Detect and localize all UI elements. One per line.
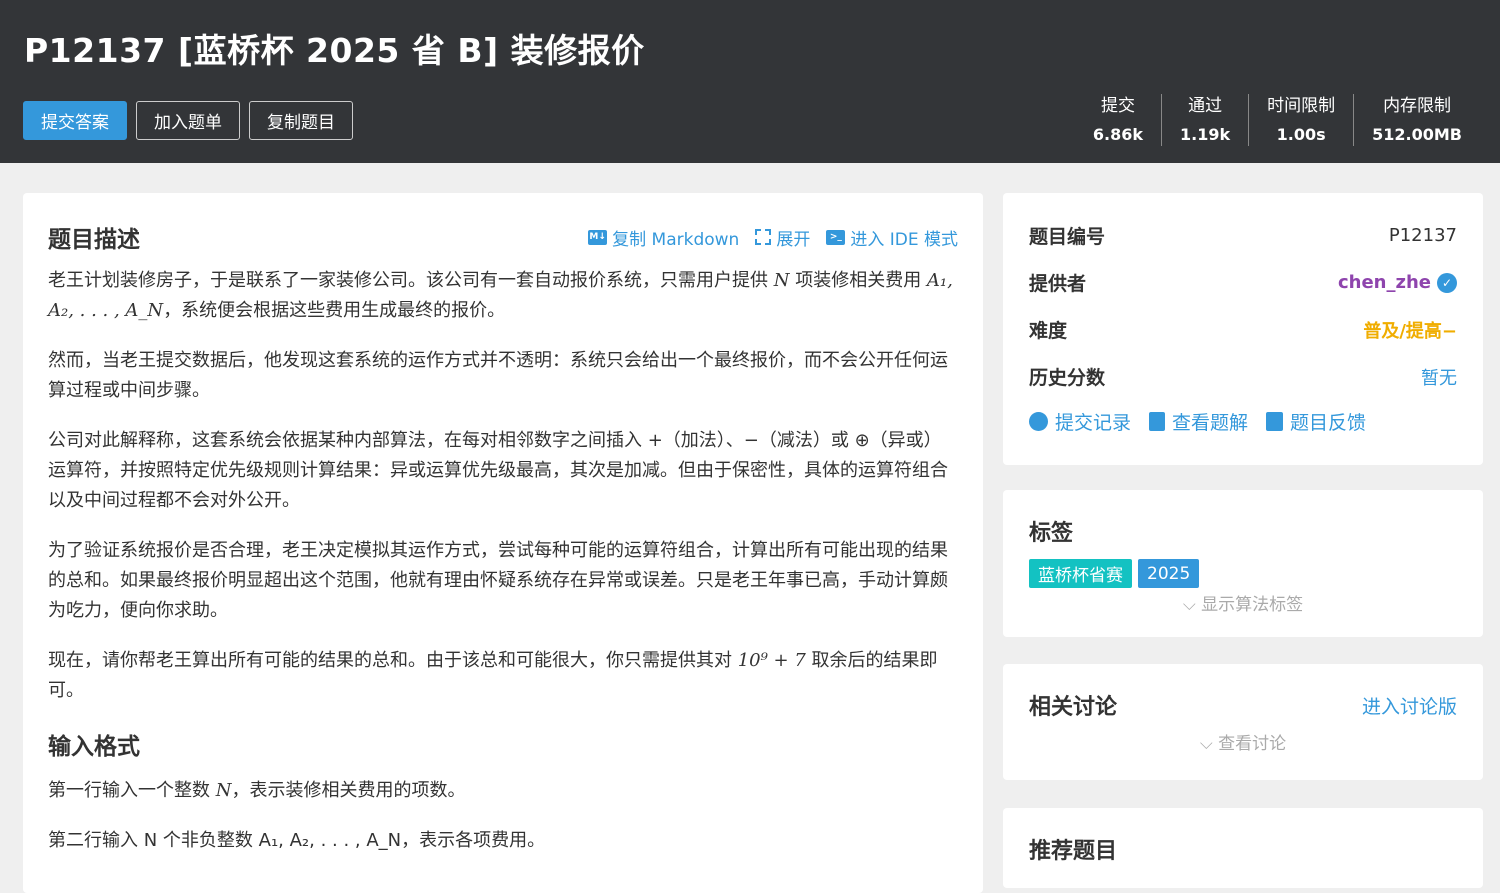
chevron-down-icon: ⌵ (1199, 734, 1219, 754)
problem-header: P12137 [蓝桥杯 2025 省 B] 装修报价 提交答案 加入题单 复制题… (0, 0, 1500, 163)
paragraph: 第二行输入 N 个非负整数 A₁, A₂, . . . , A_N，表示各项费用… (48, 830, 546, 851)
info-label: 提供者 (1029, 273, 1087, 295)
text: ，表示装修相关费用的项数。 (231, 780, 466, 801)
enter-discussion-link[interactable]: 进入讨论版 (1362, 692, 1457, 719)
info-label: 难度 (1029, 320, 1068, 342)
problem-links: 提交记录 查看题解 题目反馈 (1003, 408, 1483, 435)
paragraph: 公司对此解释称，这套系统会依据某种内部算法，在每对相邻数字之间插入 +（加法）、… (48, 430, 948, 511)
paragraph: 现在，请你帮老王算出所有可能的结果的总和。由于该总和可能很大，你只需提供其对 1… (48, 646, 958, 706)
input-format-title: 输入格式 (48, 734, 140, 760)
stat-accepted: 通过 1.19k (1161, 94, 1248, 146)
terminal-icon: >_ (826, 229, 846, 245)
text: 老王计划装修房子，于是联系了一家装修公司。该公司有一套自动报价系统，只需用户提供 (48, 270, 774, 291)
stat-label: 提交 (1100, 96, 1135, 116)
show-algorithm-tags-toggle[interactable]: ⌵ 显示算法标签 (1003, 590, 1483, 615)
provider-link[interactable]: chen_zhe ✓ (1338, 272, 1457, 293)
discussion-title: 相关讨论 (1029, 695, 1118, 720)
stat-value: 1.00s (1276, 125, 1326, 144)
description-header: 题目描述 M↓ 复制 Markdown 展开 >_ 进入 IDE 模式 (23, 220, 983, 254)
problem-stats: 提交 6.86k 通过 1.19k 时间限制 1.00s 内存限制 512.00… (1075, 94, 1480, 146)
info-history-score: 历史分数 暂无 (1003, 353, 1483, 400)
difficulty-value: 普及/提高− (1363, 320, 1457, 342)
feedback-link[interactable]: 题目反馈 (1266, 408, 1366, 435)
toggle-label: 查看讨论 (1218, 734, 1287, 754)
tags-card: 标签 蓝桥杯省赛 2025 ⌵ 显示算法标签 (1003, 490, 1483, 637)
paragraph: 第一行输入一个整数 N，表示装修相关费用的项数。 (48, 776, 958, 806)
add-to-list-button[interactable]: 加入题单 (136, 101, 240, 140)
toggle-label: 显示算法标签 (1201, 595, 1304, 615)
chevron-down-icon: ⌵ (1182, 595, 1202, 615)
info-label: 历史分数 (1029, 367, 1106, 389)
link-label: 题目反馈 (1290, 412, 1367, 434)
verified-icon: ✓ (1437, 272, 1457, 293)
stat-memory-limit: 内存限制 512.00MB (1353, 94, 1480, 146)
expand-button[interactable]: 展开 (755, 225, 810, 250)
info-label: 题目编号 (1029, 226, 1106, 248)
recommend-card: 推荐题目 (1003, 808, 1483, 888)
stat-label: 通过 (1188, 96, 1223, 116)
text: 现在，请你帮老王算出所有可能的结果的总和。由于该总和可能很大，你只需提供其对 (48, 650, 738, 671)
problem-info-card: 题目编号 P12137 提供者 chen_zhe ✓ 难度 普及/提高− 历史分… (1003, 193, 1483, 465)
copy-markdown-label: 复制 Markdown (612, 229, 740, 250)
problem-description: 老王计划装修房子，于是联系了一家装修公司。该公司有一套自动报价系统，只需用户提供… (23, 266, 983, 856)
math-n: N (773, 270, 790, 291)
submit-answer-button[interactable]: 提交答案 (23, 101, 127, 140)
action-buttons: 提交答案 加入题单 复制题目 (23, 101, 353, 140)
stat-value: 6.86k (1092, 125, 1144, 144)
link-label: 提交记录 (1055, 412, 1132, 434)
tag-list: 蓝桥杯省赛 2025 (1003, 559, 1483, 588)
stat-label: 时间限制 (1267, 96, 1336, 116)
stat-time-limit: 时间限制 1.00s (1248, 94, 1353, 146)
math-n: N (215, 780, 232, 801)
recommend-title: 推荐题目 (1029, 839, 1118, 864)
math-modulus: 10⁹ + 7 (737, 650, 806, 671)
discussion-card: 相关讨论 进入讨论版 ⌵ 查看讨论 (1003, 664, 1483, 780)
document-icon (1149, 412, 1166, 431)
content-tools: M↓ 复制 Markdown 展开 >_ 进入 IDE 模式 (588, 225, 958, 250)
problem-id-value: P12137 (1388, 225, 1457, 246)
list-icon (1266, 412, 1284, 431)
submission-records-link[interactable]: 提交记录 (1029, 408, 1131, 435)
expand-icon (755, 229, 772, 245)
description-title: 题目描述 (48, 227, 140, 253)
paragraph: 老王计划装修房子，于是联系了一家装修公司。该公司有一套自动报价系统，只需用户提供… (48, 266, 958, 326)
problem-content-card: 题目描述 M↓ 复制 Markdown 展开 >_ 进入 IDE 模式 老王计划… (23, 193, 983, 893)
stat-value: 512.00MB (1372, 125, 1462, 144)
text: 项装修相关费用 (789, 270, 927, 291)
discussion-header: 相关讨论 进入讨论版 (1003, 689, 1483, 721)
pie-chart-icon (1029, 412, 1048, 431)
info-difficulty: 难度 普及/提高− (1003, 306, 1483, 353)
copy-problem-button[interactable]: 复制题目 (249, 101, 353, 140)
paragraph: 为了验证系统报价是否合理，老王决定模拟其运作方式，尝试每种可能的运算符组合，计算… (48, 540, 948, 621)
info-problem-id: 题目编号 P12137 (1003, 212, 1483, 259)
copy-markdown-button[interactable]: M↓ 复制 Markdown (588, 225, 739, 250)
paragraph: 然而，当老王提交数据后，他发现这套系统的运作方式并不透明：系统只会给出一个最终报… (48, 350, 948, 401)
view-discussion-toggle[interactable]: ⌵ 查看讨论 (1003, 729, 1483, 754)
problem-title: P12137 [蓝桥杯 2025 省 B] 装修报价 (24, 31, 645, 70)
provider-name: chen_zhe (1337, 272, 1431, 293)
solutions-link[interactable]: 查看题解 (1149, 408, 1248, 435)
tags-title: 标签 (1029, 521, 1074, 546)
stat-value: 1.19k (1180, 125, 1231, 144)
history-score-value: 暂无 (1421, 367, 1457, 389)
ide-mode-button[interactable]: >_ 进入 IDE 模式 (826, 225, 958, 250)
stat-label: 内存限制 (1383, 96, 1452, 116)
text: 第一行输入一个整数 (48, 780, 216, 801)
tag-item[interactable]: 蓝桥杯省赛 (1029, 559, 1132, 588)
link-label: 查看题解 (1172, 412, 1249, 434)
text: ，系统便会根据这些费用生成最终的报价。 (163, 300, 506, 321)
stat-submissions: 提交 6.86k (1075, 94, 1161, 146)
tag-item[interactable]: 2025 (1138, 559, 1200, 588)
markdown-icon: M↓ (588, 229, 608, 245)
ide-mode-label: 进入 IDE 模式 (850, 229, 958, 250)
expand-label: 展开 (776, 229, 811, 250)
info-provider: 提供者 chen_zhe ✓ (1003, 259, 1483, 306)
